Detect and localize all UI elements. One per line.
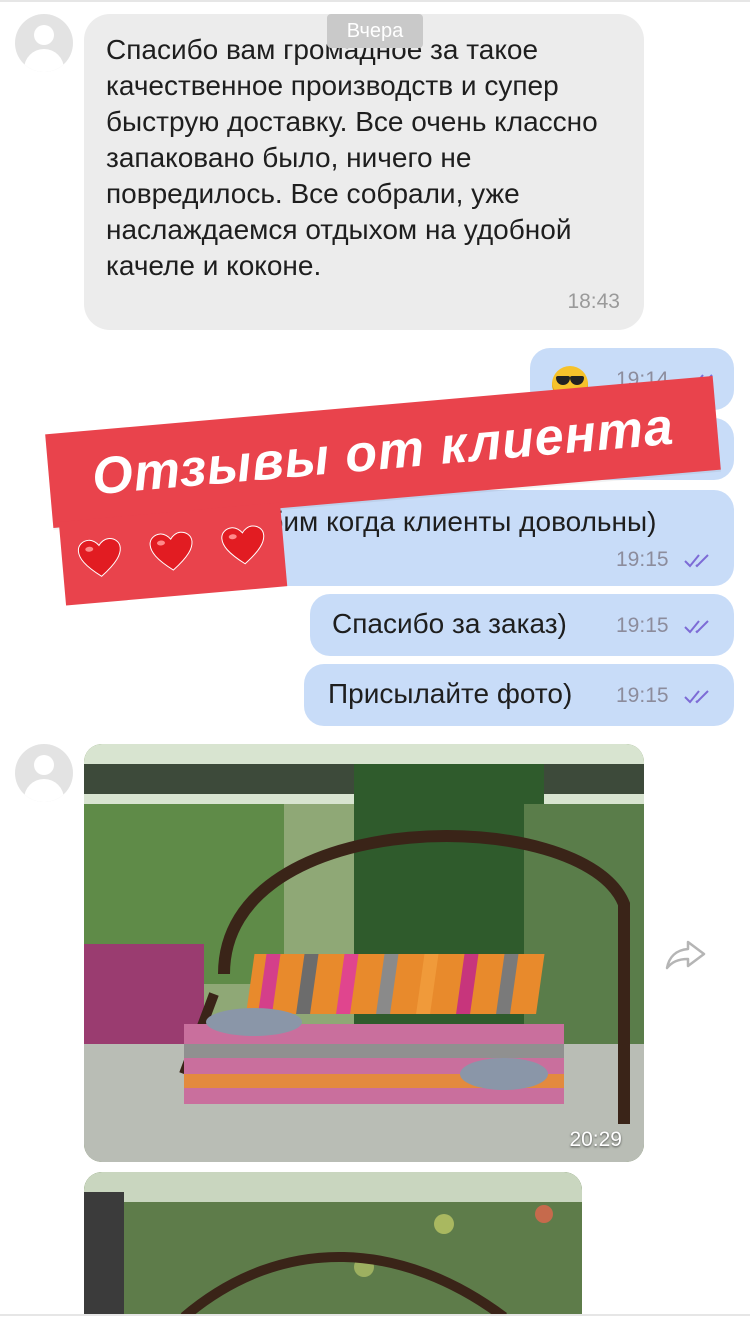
avatar-head [34,755,54,775]
avatar-head [34,25,54,45]
read-ticks-icon [684,690,709,704]
read-ticks-icon [684,620,709,634]
outgoing-message-bubble[interactable]: Присылайте фото) 19:15 [304,664,734,726]
avatar-body [24,779,64,802]
read-ticks-icon [684,554,709,568]
sender-avatar[interactable] [15,744,73,802]
message-time: 18:43 [567,290,620,313]
photo-message-garden[interactable] [84,1172,582,1317]
incoming-message-text: Спасибо вам громадное за такое качествен… [106,34,598,281]
message-time: 19:15 [616,684,669,707]
outgoing-message-text: Присылайте фото) [328,678,573,709]
sender-avatar[interactable] [15,14,73,72]
heart-icon [149,531,193,571]
heart-icon [221,525,265,565]
top-divider [0,0,750,14]
message-time: 19:15 [616,548,669,571]
outgoing-message-text: Любим когда клиенты довольны) [228,506,657,537]
garden-photo-image [84,1172,582,1317]
swing-photo-image [84,744,644,1162]
date-separator: Вчера [327,14,423,48]
avatar-body [24,49,64,72]
incoming-message-bubble[interactable]: Спасибо вам громадное за такое качествен… [84,14,644,330]
heart-icon [77,538,121,577]
photo-message-swing[interactable]: 20:29 [84,744,644,1162]
bottom-divider [0,1314,750,1336]
photo-time: 20:29 [569,1128,622,1151]
outgoing-message-bubble[interactable]: Спасибо за заказ) 19:15 [310,594,734,656]
hearts-sticker [58,502,288,606]
message-time: 19:15 [616,614,669,637]
outgoing-message-text: Спасибо за заказ) [332,608,567,639]
share-icon[interactable] [664,934,708,974]
